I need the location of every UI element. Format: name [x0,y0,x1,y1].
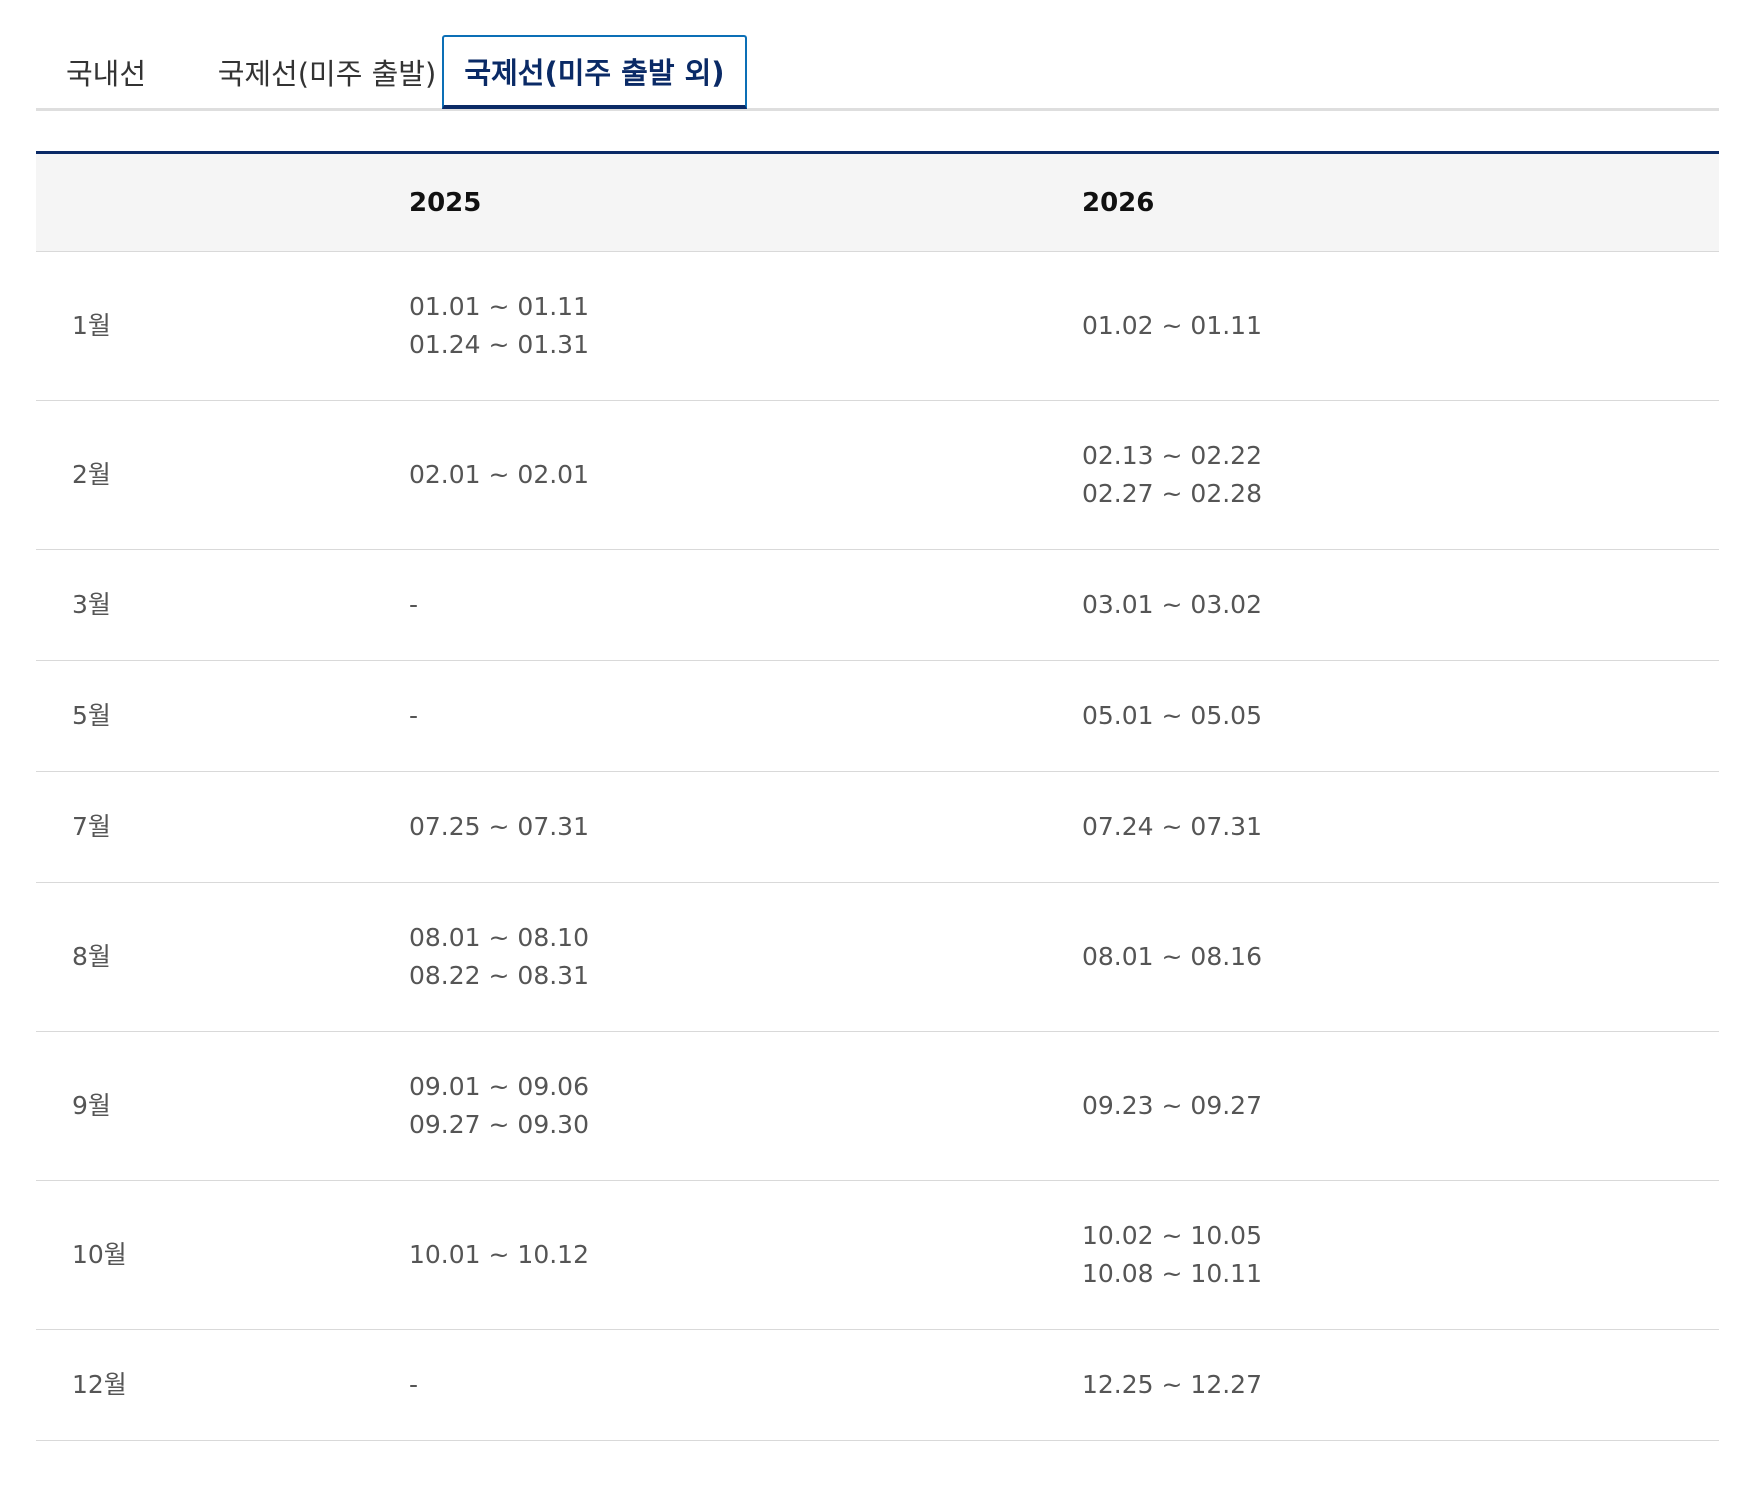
header-year-2025: 2025 [409,152,1082,252]
cell-2026: 01.02 ~ 01.11 [1082,251,1719,401]
month-cell: 2월 [36,400,409,550]
table-row: 1월 01.01 ~ 01.11 01.24 ~ 01.31 01.02 ~ 0… [36,251,1719,401]
date-range: 01.01 ~ 01.11 [409,292,589,321]
cell-2025: 07.25 ~ 07.31 [409,771,1082,883]
date-range: 10.01 ~ 10.12 [409,1240,589,1269]
tab-bar: 국내선 국제선(미주 출발) 국제선(미주 출발 외) [36,35,1719,111]
header-year-2026: 2026 [1082,152,1719,252]
month-cell: 12월 [36,1329,409,1441]
tab-international-from-americas[interactable]: 국제선(미주 출발) [192,35,462,108]
cell-2026: 05.01 ~ 05.05 [1082,660,1719,772]
date-range: 01.02 ~ 01.11 [1082,311,1262,340]
cell-2026: 09.23 ~ 09.27 [1082,1031,1719,1181]
date-range: 09.01 ~ 09.06 [409,1072,589,1101]
date-range: 07.24 ~ 07.31 [1082,812,1262,841]
date-range: - [409,1370,419,1399]
cell-2025: 10.01 ~ 10.12 [409,1180,1082,1330]
cell-2026: 02.13 ~ 02.22 02.27 ~ 02.28 [1082,400,1719,550]
month-cell: 1월 [36,251,409,401]
month-cell: 7월 [36,771,409,883]
date-range: 07.25 ~ 07.31 [409,812,589,841]
date-range: - [409,701,419,730]
date-range: 08.22 ~ 08.31 [409,961,589,990]
date-range: 10.02 ~ 10.05 [1082,1221,1262,1250]
table-header-row: 2025 2026 [36,152,1719,252]
cell-2026: 10.02 ~ 10.05 10.08 ~ 10.11 [1082,1180,1719,1330]
date-range: 02.01 ~ 02.01 [409,460,589,489]
date-range: 02.13 ~ 02.22 [1082,441,1262,470]
header-month [36,152,409,252]
date-range: 10.08 ~ 10.11 [1082,1259,1262,1288]
table-row: 3월 - 03.01 ~ 03.02 [36,549,1719,661]
cell-2026: 03.01 ~ 03.02 [1082,549,1719,661]
date-range: 08.01 ~ 08.10 [409,923,589,952]
table-row: 9월 09.01 ~ 09.06 09.27 ~ 09.30 09.23 ~ 0… [36,1031,1719,1181]
table-row: 5월 - 05.01 ~ 05.05 [36,660,1719,772]
schedule-panel: 국내선 국제선(미주 출발) 국제선(미주 출발 외) 2025 2026 1월… [36,35,1719,1441]
cell-2026: 07.24 ~ 07.31 [1082,771,1719,883]
date-range: 09.27 ~ 09.30 [409,1110,589,1139]
month-cell: 9월 [36,1031,409,1181]
month-cell: 8월 [36,882,409,1032]
cell-2025: 09.01 ~ 09.06 09.27 ~ 09.30 [409,1031,1082,1181]
cell-2025: 02.01 ~ 02.01 [409,400,1082,550]
cell-2025: - [409,549,1082,661]
table-row: 8월 08.01 ~ 08.10 08.22 ~ 08.31 08.01 ~ 0… [36,882,1719,1032]
schedule-table: 2025 2026 1월 01.01 ~ 01.11 01.24 ~ 01.31… [36,151,1719,1441]
date-range: 01.24 ~ 01.31 [409,330,589,359]
cell-2026: 08.01 ~ 08.16 [1082,882,1719,1032]
month-cell: 5월 [36,660,409,772]
cell-2025: 08.01 ~ 08.10 08.22 ~ 08.31 [409,882,1082,1032]
date-range: 03.01 ~ 03.02 [1082,590,1262,619]
month-cell: 3월 [36,549,409,661]
date-range: 09.23 ~ 09.27 [1082,1091,1262,1120]
date-range: 05.01 ~ 05.05 [1082,701,1262,730]
tab-domestic[interactable]: 국내선 [36,35,176,108]
date-range: - [409,590,419,619]
cell-2026: 12.25 ~ 12.27 [1082,1329,1719,1441]
cell-2025: 01.01 ~ 01.11 01.24 ~ 01.31 [409,251,1082,401]
table-row: 2월 02.01 ~ 02.01 02.13 ~ 02.22 02.27 ~ 0… [36,400,1719,550]
table-row: 7월 07.25 ~ 07.31 07.24 ~ 07.31 [36,771,1719,883]
tab-international-excluding-americas[interactable]: 국제선(미주 출발 외) [442,35,747,109]
cell-2025: - [409,660,1082,772]
month-cell: 10월 [36,1180,409,1330]
table-row: 10월 10.01 ~ 10.12 10.02 ~ 10.05 10.08 ~ … [36,1180,1719,1330]
date-range: 08.01 ~ 08.16 [1082,942,1262,971]
cell-2025: - [409,1329,1082,1441]
date-range: 12.25 ~ 12.27 [1082,1370,1262,1399]
table-row: 12월 - 12.25 ~ 12.27 [36,1329,1719,1441]
date-range: 02.27 ~ 02.28 [1082,479,1262,508]
